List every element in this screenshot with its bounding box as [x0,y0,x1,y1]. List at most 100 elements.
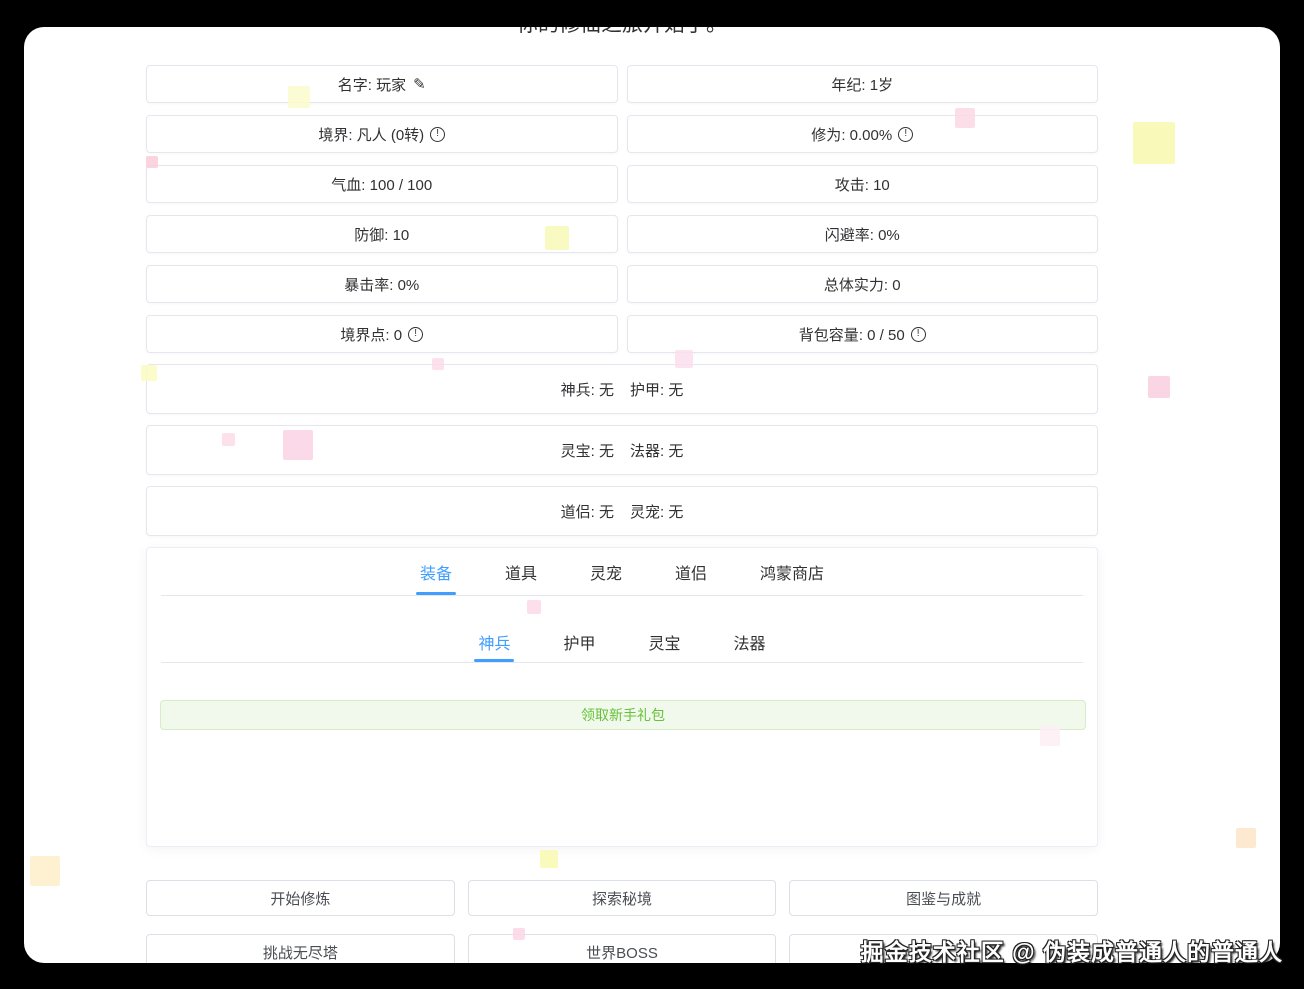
realm-points-stat: 境界点: 0 [340,324,402,345]
subtab-label: 灵宝 [649,630,681,654]
action-button-label: 开始修炼 [270,888,330,909]
label-separator: : [591,382,599,399]
tab-companions[interactable]: 道侣 [675,548,707,595]
age-label: 年纪 [831,77,861,94]
action-button-label: 挑战无尽塔 [263,942,338,963]
stat-card-attack: 攻击: 10 [627,165,1099,203]
treasure-stat: 灵宝: 无 [561,440,614,461]
subtab-label: 神兵 [478,630,510,654]
hp-stat: 气血: 100 / 100 [331,174,432,195]
stat-card-bag-capacity: 背包容量: 0 / 50! [627,315,1099,353]
stat-card-defense: 防御: 10 [146,215,618,253]
cultivation-label: 修为 [811,127,841,144]
armor-value: 无 [668,382,683,399]
realm-label: 境界 [318,127,348,144]
artifact-stat: 法器: 无 [630,440,683,461]
stat-card-name: 名字: 玩家 ✎ [146,65,618,103]
codex-achievements-button[interactable]: 图鉴与成就 [789,880,1098,916]
tab-pets[interactable]: 灵宠 [590,548,622,595]
stats-grid: 名字: 玩家✎年纪: 1岁境界: 凡人 (0转)!修为: 0.00%!气血: 1… [146,65,1098,353]
info-icon[interactable]: ! [430,127,445,142]
stat-card-cultivation: 修为: 0.00%! [627,115,1099,153]
label-separator: : [859,327,867,344]
artifact-label: 法器 [630,443,660,460]
subtabs-divider [161,662,1083,663]
subtab-artifact[interactable]: 法器 [734,622,766,662]
subtab-treasure[interactable]: 灵宝 [649,622,681,662]
main-tabs: 装备 道具 灵宠 道侣 鸿蒙商店 [147,548,1097,595]
equipment-row-treasure-artifact: 灵宝: 无法器: 无 [146,425,1098,475]
bag-capacity-value: 0 / 50 [867,327,905,344]
cultivation-value: 0.00% [850,127,893,144]
claim-newbie-gift-button[interactable]: 领取新手礼包 [160,700,1086,730]
info-icon[interactable]: ! [408,327,423,342]
stat-card-hp: 气血: 100 / 100 [146,165,618,203]
label-separator: : [384,227,392,244]
companion-label: 道侣 [561,504,591,521]
explore-secret-realm-button[interactable]: 探索秘境 [468,880,777,916]
subtab-label: 法器 [734,630,766,654]
tab-label: 鸿蒙商店 [760,560,824,584]
dodge-rate-value: 0% [878,227,900,244]
endless-tower-button[interactable]: 挑战无尽塔 [146,934,455,963]
name-label: 名字 [338,77,368,94]
dodge-rate-label: 闪避率 [825,227,870,244]
action-button-label: 图鉴与成就 [906,888,981,909]
label-separator: : [591,504,599,521]
world-boss-button[interactable]: 世界BOSS [468,934,777,963]
main-content: 你的修仙之旅开始了。 名字: 玩家✎年纪: 1岁境界: 凡人 (0转)!修为: … [146,27,1098,963]
pet-value: 无 [668,504,683,521]
pet-stat: 灵宠: 无 [630,501,683,522]
companion-stat: 道侣: 无 [561,501,614,522]
equipment-summary: 神兵: 无护甲: 无灵宝: 无法器: 无道侣: 无灵宠: 无 [146,364,1098,536]
tab-equipment[interactable]: 装备 [420,548,452,595]
label-separator: : [841,127,849,144]
equipment-subtabs: 神兵 护甲 灵宝 法器 [147,596,1097,662]
start-cultivation-button[interactable]: 开始修炼 [146,880,455,916]
stat-card-dodge-rate: 闪避率: 0% [627,215,1099,253]
bag-capacity-stat: 背包容量: 0 / 50 [799,324,905,345]
defense-label: 防御 [354,227,384,244]
label-separator: : [865,177,873,194]
realm-value: 凡人 (0转) [357,127,425,144]
label-separator: : [368,77,376,94]
hp-value: 100 / 100 [370,177,433,194]
bag-capacity-label: 背包容量 [799,327,859,344]
stat-card-crit-rate: 暴击率: 0% [146,265,618,303]
subtab-armor[interactable]: 护甲 [563,622,595,662]
stat-card-age: 年纪: 1岁 [627,65,1099,103]
defense-stat: 防御: 10 [354,224,409,245]
crit-rate-value: 0% [398,277,420,294]
attack-value: 10 [873,177,890,194]
weapon-value: 无 [599,382,614,399]
name-stat: 名字: 玩家 [338,74,406,95]
info-icon[interactable]: ! [911,327,926,342]
edit-name-icon[interactable]: ✎ [413,75,426,93]
pet-label: 灵宠 [630,504,660,521]
weapon-label: 神兵 [561,382,591,399]
label-separator: : [389,277,397,294]
realm-stat: 境界: 凡人 (0转) [318,124,424,145]
crit-rate-stat: 暴击率: 0% [344,274,419,295]
label-separator: : [884,277,892,294]
label-separator: : [861,77,869,94]
weapon-stat: 神兵: 无 [561,379,614,400]
tab-items[interactable]: 道具 [505,548,537,595]
info-icon[interactable]: ! [898,127,913,142]
total-power-value: 0 [892,277,900,294]
subtab-weapon[interactable]: 神兵 [478,622,510,662]
label-separator: : [870,227,878,244]
stat-card-total-power: 总体实力: 0 [627,265,1099,303]
armor-stat: 护甲: 无 [630,379,683,400]
tab-hongmeng-shop[interactable]: 鸿蒙商店 [760,548,824,595]
tab-label: 道具 [505,560,537,584]
label-separator: : [361,177,369,194]
total-power-stat: 总体实力: 0 [824,274,901,295]
watermark: 掘金技术社区 @ 伪装成普通人的普通人 [861,933,1283,967]
label-separator: : [348,127,356,144]
action-button-label: 世界BOSS [586,942,658,963]
tab-label: 装备 [420,560,452,584]
equipment-row-companion-pet: 道侣: 无灵宠: 无 [146,486,1098,536]
companion-value: 无 [599,504,614,521]
realm-points-value: 0 [394,327,402,344]
